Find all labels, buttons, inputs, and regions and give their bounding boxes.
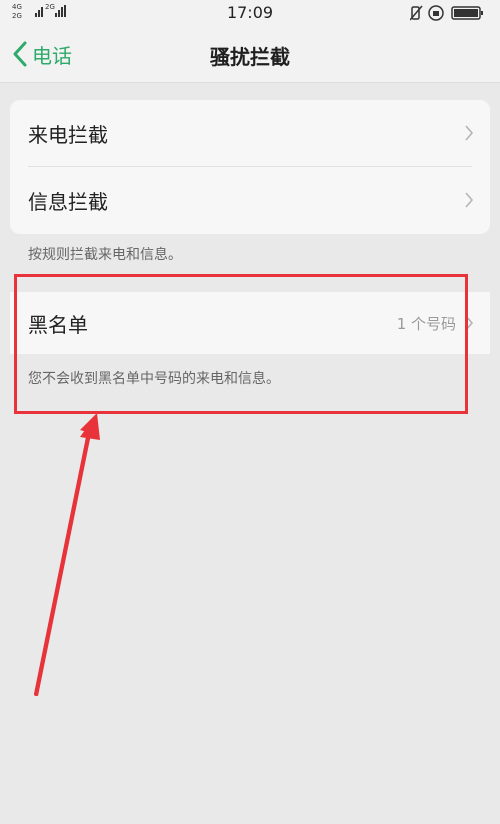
annotation-arrow-icon xyxy=(34,413,100,696)
